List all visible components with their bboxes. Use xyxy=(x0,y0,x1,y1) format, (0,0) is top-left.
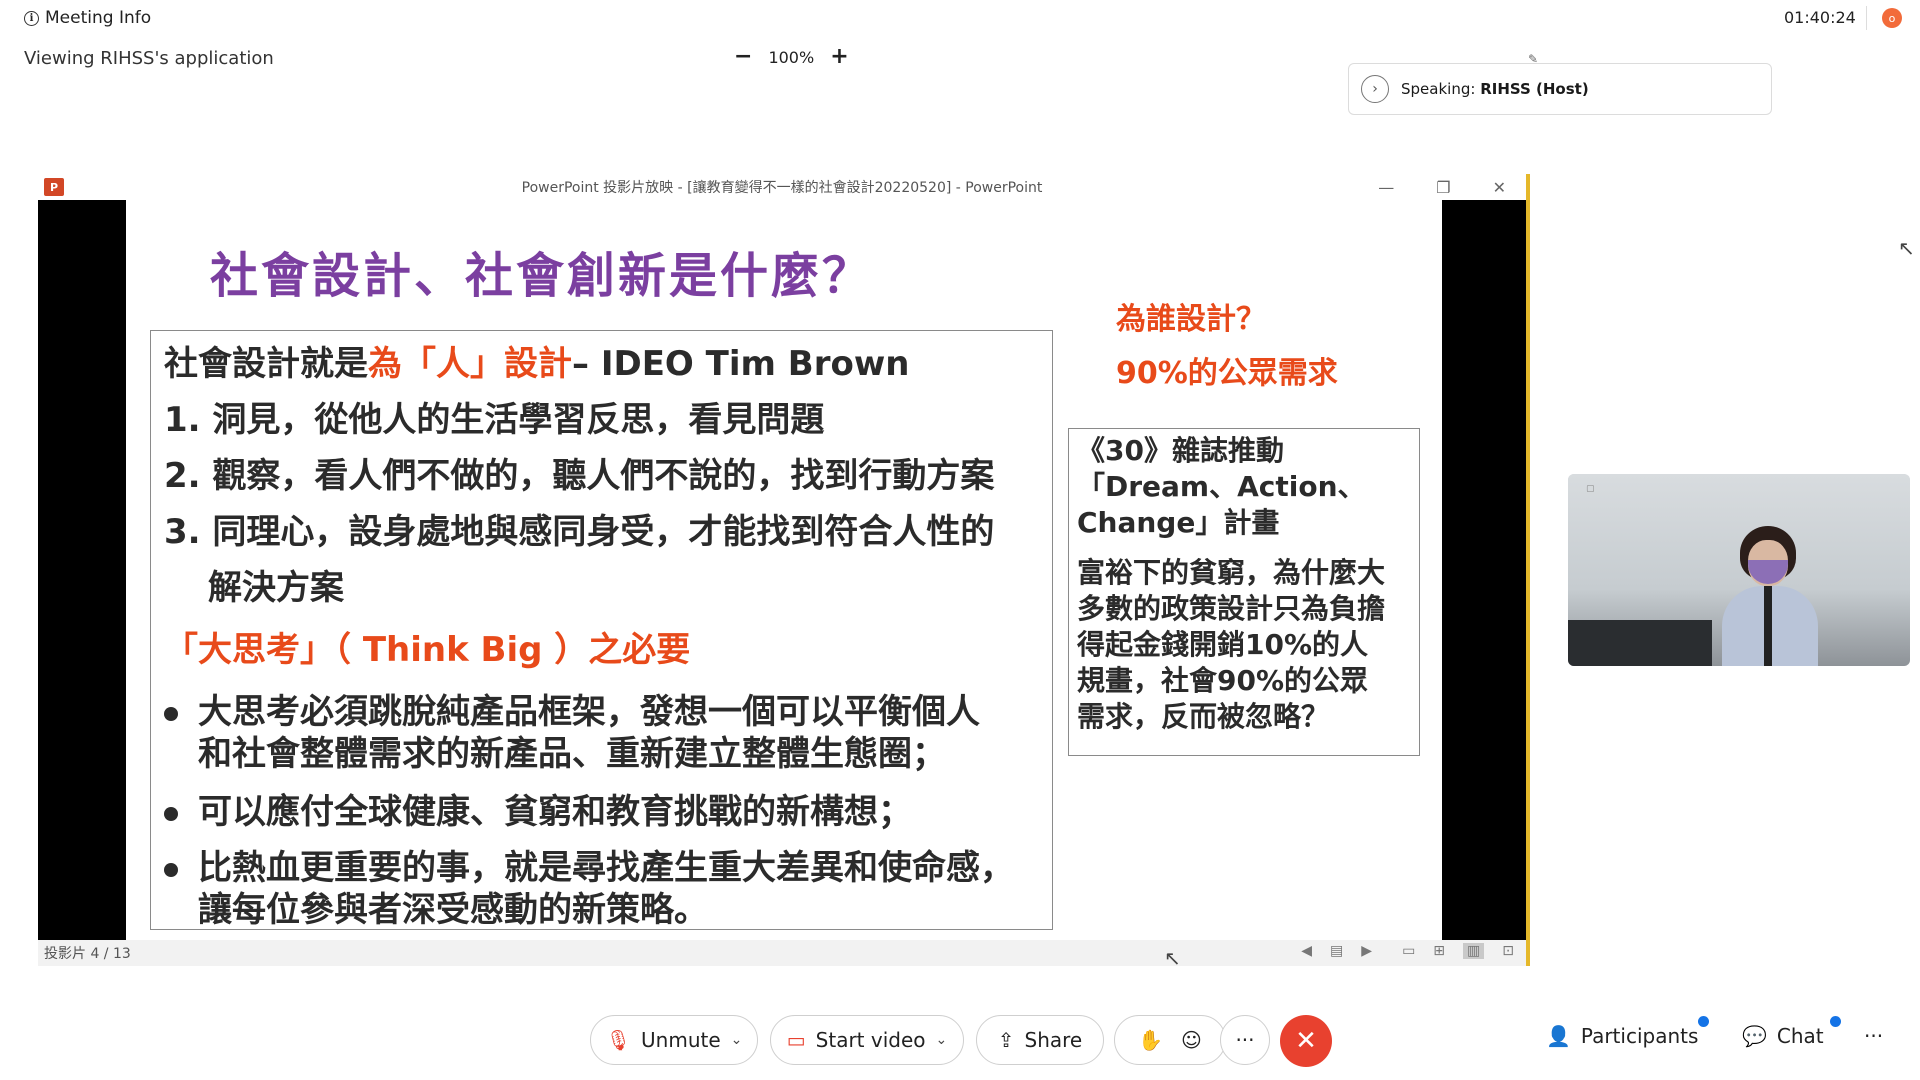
bullet-2-text: 可以應付全球健康、貧窮和教育挑戰的新構想； xyxy=(198,792,912,832)
previous-slide-icon[interactable]: ◀ xyxy=(1301,943,1312,959)
share-label: Share xyxy=(1024,1028,1083,1052)
raise-hand-icon[interactable]: ✋ xyxy=(1138,1028,1163,1052)
mouse-cursor-icon: ↖ xyxy=(1164,946,1181,970)
start-video-button[interactable]: ▭ Start video ⌄ xyxy=(770,1015,964,1065)
reading-view-icon[interactable]: ▥ xyxy=(1463,943,1485,959)
reactions-group: ✋ ☺ xyxy=(1114,1015,1226,1065)
normal-view-icon[interactable]: ▭ xyxy=(1402,943,1415,959)
slide: 社會設計、社會創新是什麼？ 社會設計就是為「人」設計– IDEO Tim Bro… xyxy=(126,200,1442,940)
shared-screen-window: P PowerPoint 投影片放映 - [讓教育變得不一樣的社會設計20220… xyxy=(38,174,1530,966)
side-question-2: 90%的公眾需求 xyxy=(1116,356,1338,391)
slide-bullet-1-cont: 和社會整體需求的新產品、重新建立整體生態圈； xyxy=(198,734,946,774)
chevron-right-icon[interactable]: › xyxy=(1361,75,1389,103)
bullet-icon xyxy=(164,806,178,821)
chevron-down-icon[interactable]: ⌄ xyxy=(731,1032,743,1048)
video-monitor-shape xyxy=(1568,620,1712,666)
mouse-cursor-icon: ↖ xyxy=(1898,236,1915,260)
side-line: 《30》雜誌推動 xyxy=(1077,434,1284,467)
side-line: Change」計畫 xyxy=(1077,506,1280,539)
video-screen-detail: ▢ xyxy=(1586,484,1595,494)
powerpoint-logo-icon: P xyxy=(44,178,64,196)
meeting-timer: 01:40:24 xyxy=(1784,8,1856,27)
status-view-icons: ◀ ▤ ▶ ▭ ⊞ ▥ ⊡ xyxy=(1301,943,1514,959)
slide-item-3-cont: 解決方案 xyxy=(208,568,344,608)
line1-text: 社會設計就是 xyxy=(164,344,368,384)
slide-counter: 投影片 4 / 13 xyxy=(44,946,131,962)
divider xyxy=(1866,6,1867,30)
window-controls: — ❐ ✕ xyxy=(1378,174,1506,200)
active-speaker-banner: › Speaking: RIHSS (Host) xyxy=(1348,63,1772,115)
chat-label: Chat xyxy=(1776,1024,1824,1048)
unmute-button[interactable]: 🎙 Unmute ⌄ xyxy=(590,1015,758,1065)
mic-muted-icon: 🎙 xyxy=(605,1028,632,1052)
participants-notification-dot xyxy=(1698,1016,1709,1027)
slide-sorter-icon[interactable]: ⊞ xyxy=(1433,943,1445,959)
viewing-label: Viewing RIHSS's application xyxy=(24,48,274,69)
participants-label: Participants xyxy=(1580,1024,1699,1048)
side-content-box: 《30》雜誌推動 「Dream、Action、 Change」計畫 富裕下的貧窮… xyxy=(1068,428,1420,756)
line1-highlight: 為「人」設計 xyxy=(368,344,572,384)
line1-attribution: – IDEO Tim Brown xyxy=(572,344,910,384)
slide-item-1: 1. 洞見，從他人的生活學習反思，看見問題 xyxy=(164,400,825,440)
slide-line-1: 社會設計就是為「人」設計– IDEO Tim Brown xyxy=(164,336,909,385)
chat-button[interactable]: 💬 Chat xyxy=(1742,1024,1824,1048)
speaking-prefix: Speaking: xyxy=(1401,80,1476,98)
microphone-icon xyxy=(1764,586,1772,666)
minimize-icon[interactable]: — xyxy=(1378,178,1394,197)
chevron-down-icon[interactable]: ⌄ xyxy=(936,1032,948,1048)
recording-indicator[interactable]: o xyxy=(1882,8,1902,28)
slideshow-icon[interactable]: ⊡ xyxy=(1502,943,1514,959)
side-line: 規畫，社會90%的公眾 xyxy=(1077,664,1369,697)
more-options-button[interactable]: ··· xyxy=(1220,1015,1270,1065)
close-icon: ✕ xyxy=(1295,1026,1317,1056)
next-slide-icon[interactable]: ▶ xyxy=(1361,943,1372,959)
participant-video[interactable]: ▢ xyxy=(1568,474,1910,666)
info-icon: i xyxy=(24,10,39,26)
zoom-level: 100% xyxy=(768,47,815,67)
share-icon: ⇪ xyxy=(997,1028,1015,1052)
slide-area: 社會設計、社會創新是什麼？ 社會設計就是為「人」設計– IDEO Tim Bro… xyxy=(38,200,1526,940)
end-call-button[interactable]: ✕ xyxy=(1280,1015,1332,1067)
participants-icon: 👤 xyxy=(1546,1024,1571,1048)
overflow-menu-button[interactable]: ··· xyxy=(1864,1024,1883,1048)
bullet-icon xyxy=(164,862,178,877)
meeting-info-button[interactable]: i Meeting Info xyxy=(24,8,151,28)
meeting-info-label: Meeting Info xyxy=(45,8,152,28)
side-line: 多數的政策設計只為負擔 xyxy=(1077,592,1386,625)
side-line: 「Dream、Action、 xyxy=(1077,470,1366,503)
powerpoint-status-bar: 投影片 4 / 13 ◀ ▤ ▶ ▭ ⊞ ▥ ⊡ xyxy=(38,940,1526,966)
emoji-reaction-icon[interactable]: ☺ xyxy=(1181,1028,1202,1052)
powerpoint-titlebar: P PowerPoint 投影片放映 - [讓教育變得不一樣的社會設計20220… xyxy=(38,174,1526,200)
slide-item-3: 3. 同理心，設身處地與感同身受，才能找到符合人性的 xyxy=(164,512,995,552)
restore-icon[interactable]: ❐ xyxy=(1436,178,1450,197)
zoom-control: − 100% + xyxy=(734,46,849,68)
slide-item-2: 2. 觀察，看人們不做的，聽人們不說的，找到行動方案 xyxy=(164,456,995,496)
meeting-controls-bar: 🎙 Unmute ⌄ ▭ Start video ⌄ ⇪ Share ✋ ☺ ·… xyxy=(0,1012,1920,1068)
bullet-icon xyxy=(164,706,178,721)
side-line: 需求，反而被忽略？ xyxy=(1077,700,1330,733)
slide-bullet-3-cont: 讓每位參與者深受感動的新策略。 xyxy=(198,890,708,930)
zoom-in-button[interactable]: + xyxy=(830,46,848,68)
participant-avatar xyxy=(1718,526,1818,666)
close-icon[interactable]: ✕ xyxy=(1493,178,1506,197)
slide-title: 社會設計、社會創新是什麼？ xyxy=(210,248,874,304)
side-line: 富裕下的貧窮，為什麼大 xyxy=(1077,556,1386,589)
menu-icon[interactable]: ▤ xyxy=(1330,943,1343,959)
unmute-label: Unmute xyxy=(641,1028,721,1052)
chat-notification-dot xyxy=(1830,1016,1841,1027)
start-video-label: Start video xyxy=(815,1028,926,1052)
zoom-out-button[interactable]: − xyxy=(734,46,752,68)
side-question-1: 為誰設計？ xyxy=(1116,302,1266,337)
chat-icon: 💬 xyxy=(1742,1024,1767,1048)
slide-bullet-2: 可以應付全球健康、貧窮和教育挑戰的新構想； xyxy=(164,784,912,833)
speaker-name: RIHSS (Host) xyxy=(1480,80,1589,98)
share-button[interactable]: ⇪ Share xyxy=(976,1015,1104,1065)
participants-button[interactable]: 👤 Participants xyxy=(1546,1024,1698,1048)
side-line: 得起金錢開銷10%的人 xyxy=(1077,628,1369,661)
window-title: PowerPoint 投影片放映 - [讓教育變得不一樣的社會設計2022052… xyxy=(521,180,1043,196)
video-off-icon: ▭ xyxy=(786,1028,806,1052)
slide-think-big: 「大思考」（ Think Big ）之必要 xyxy=(164,630,691,670)
